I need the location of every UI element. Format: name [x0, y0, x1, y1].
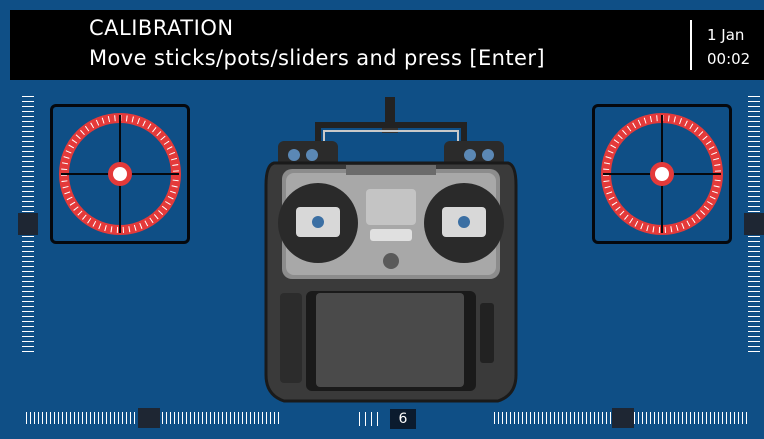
- date-label: 1 Jan: [707, 26, 745, 44]
- stick-position-icon: [59, 113, 181, 235]
- left-vertical-trim[interactable]: [18, 96, 38, 354]
- trim-value-indicator: 6: [390, 409, 416, 429]
- right-horizontal-trim[interactable]: [494, 408, 750, 428]
- right-stick-box: [592, 104, 732, 244]
- left-stick-box: [50, 104, 190, 244]
- header-divider: [690, 20, 692, 70]
- time-label: 00:02: [707, 50, 751, 68]
- right-vertical-trim[interactable]: [744, 96, 764, 354]
- left-horizontal-trim[interactable]: [26, 408, 282, 428]
- slider-thumb[interactable]: [18, 213, 38, 235]
- page-subtitle: Move sticks/pots/sliders and press [Ente…: [89, 46, 545, 70]
- slider-thumb[interactable]: [138, 408, 160, 428]
- slider-thumb[interactable]: [612, 408, 634, 428]
- stick-position-icon: [601, 113, 723, 235]
- slider-thumb[interactable]: [744, 213, 764, 235]
- center-trim-ticks: [359, 412, 383, 426]
- header-bar: CALIBRATION Move sticks/pots/sliders and…: [10, 10, 764, 80]
- radio-transmitter-icon: [258, 95, 524, 408]
- page-title: CALIBRATION: [89, 16, 234, 40]
